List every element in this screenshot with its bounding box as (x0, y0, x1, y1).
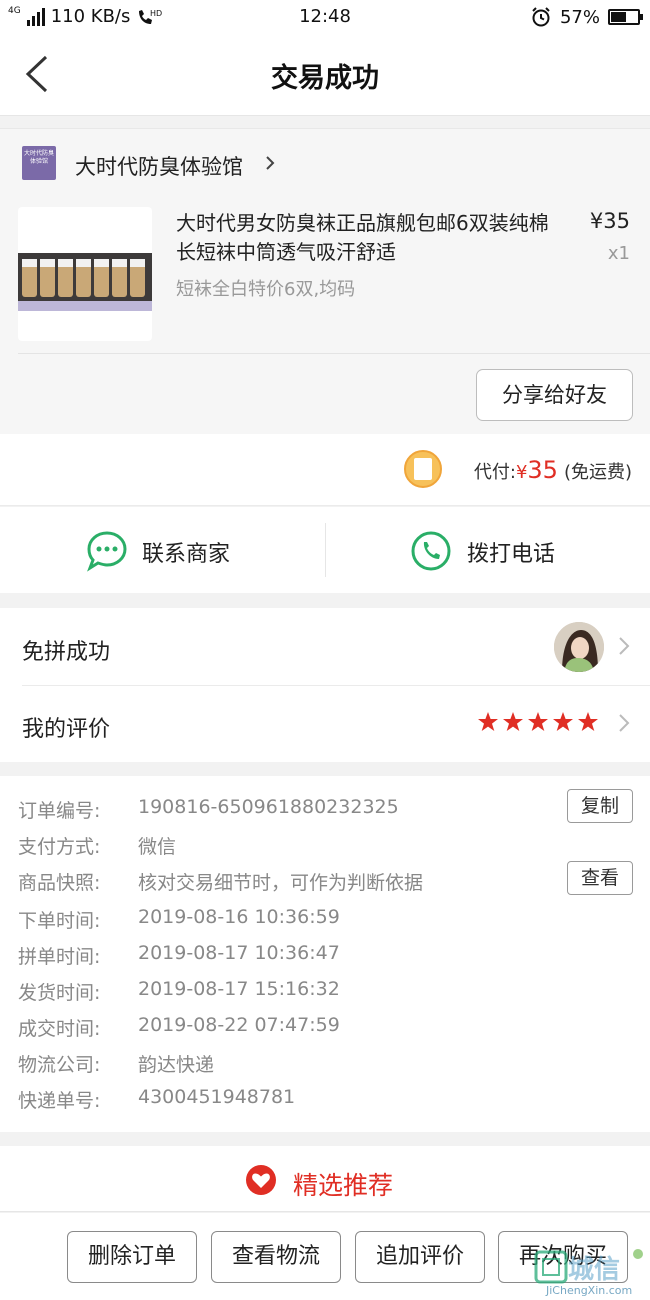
ship-time-key: 发货时间: (18, 982, 101, 1004)
status-right: 57% (530, 6, 643, 28)
recommend-label: 精选推荐 (293, 1171, 394, 1200)
copy-button[interactable]: 复制 (567, 789, 633, 823)
deal-time-key: 成交时间: (18, 1018, 101, 1040)
payment-amount: 35 (527, 456, 558, 484)
alarm-icon (532, 7, 550, 27)
payment-label: 代付: (473, 462, 516, 483)
tracking-number-key: 快递单号: (18, 1090, 101, 1112)
payment-method-value: 微信 (138, 836, 177, 858)
recommend-section[interactable]: 精选推荐 (0, 1146, 650, 1212)
add-review-button[interactable]: 追加评价 (355, 1231, 485, 1283)
chevron-right-icon (619, 637, 630, 655)
receipt-icon (404, 450, 442, 488)
my-review-label: 我的评价 (22, 717, 111, 742)
shipping-note: (免运费) (563, 462, 632, 483)
page-header: 交易成功 (0, 34, 650, 116)
socks-box-image (18, 253, 152, 311)
product-spec: 短袜全白特价6双,均码 (176, 279, 356, 300)
battery-fill (611, 12, 626, 22)
product-title: 大时代男女防臭袜正品旗舰包邮6双装纯棉长短袜中筒透气吸汗舒适 (176, 211, 549, 264)
delete-order-button[interactable]: 删除订单 (67, 1231, 197, 1283)
contact-merchant-button[interactable]: 联系商家 (0, 507, 325, 593)
shop-row[interactable]: 大时代防臭体验馆 大时代防臭体验馆 (0, 129, 650, 197)
call-phone-label: 拨打电话 (467, 542, 556, 567)
watermark-text: 城信 (568, 1255, 621, 1285)
group-time-value: 2019-08-17 10:36:47 (138, 942, 340, 964)
rating-stars (477, 711, 599, 733)
ship-time-value: 2019-08-17 15:16:32 (138, 978, 340, 1000)
chevron-right-icon (619, 714, 630, 732)
courier-key: 物流公司: (18, 1054, 101, 1076)
battery-percent: 57% (559, 6, 600, 28)
star-icon (578, 712, 598, 731)
snapshot-value: 核对交易细节时，可作为判断依据 (138, 872, 424, 894)
star-icon (478, 712, 498, 731)
call-phone-button[interactable]: 拨打电话 (326, 507, 650, 593)
product-quantity: x1 (607, 243, 630, 264)
product-price: ¥35 (589, 209, 630, 233)
order-info-section: 订单编号: 190816-650961880232325 复制 支付方式: 微信… (0, 776, 650, 1132)
product-item[interactable]: 大时代男女防臭袜正品旗舰包邮6双装纯棉长短袜中筒透气吸汗舒适 短袜全白特价6双,… (0, 197, 650, 353)
snapshot-key: 商品快照: (18, 872, 101, 894)
deal-time-value: 2019-08-22 07:47:59 (138, 1014, 340, 1036)
status-bar: 4G 110 KB/s HD 12:48 57% (0, 0, 650, 34)
order-product-card: 大时代防臭体验馆 大时代防臭体验馆 大时代男女防臭袜正品旗舰包邮6双装纯棉长短袜… (0, 128, 650, 434)
avatar (554, 622, 604, 672)
order-time-value: 2019-08-16 10:36:59 (138, 906, 340, 928)
payment-currency: ¥ (515, 462, 528, 483)
payment-method-key: 支付方式: (18, 836, 101, 858)
shop-name[interactable]: 大时代防臭体验馆 (75, 151, 243, 181)
courier-value: 韵达快递 (138, 1054, 215, 1076)
contact-row: 联系商家 拨打电话 (0, 507, 650, 593)
contact-merchant-label: 联系商家 (142, 542, 231, 567)
group-time-key: 拼单时间: (18, 946, 101, 968)
battery-icon (608, 9, 643, 25)
view-snapshot-button[interactable]: 查看 (567, 861, 633, 895)
group-success-row[interactable]: 免拼成功 (0, 608, 650, 685)
shop-logo: 大时代防臭体验馆 (22, 146, 56, 180)
page-title: 交易成功 (271, 63, 379, 94)
phone-icon (411, 531, 451, 571)
view-logistics-button[interactable]: 查看物流 (211, 1231, 341, 1283)
chat-bubble-icon (87, 531, 127, 572)
order-number-value: 190816-650961880232325 (138, 796, 399, 818)
star-icon (553, 712, 573, 731)
star-icon (503, 712, 523, 731)
order-time-key: 下单时间: (18, 910, 101, 932)
star-icon (528, 712, 548, 731)
product-thumbnail[interactable] (18, 207, 152, 341)
my-review-row[interactable]: 我的评价 (0, 685, 650, 762)
chevron-right-icon (266, 156, 275, 170)
payment-summary: 代付: ¥ 35 (免运费) (474, 456, 632, 484)
tracking-number-value: 4300451948781 (138, 1086, 296, 1108)
share-to-friend-button[interactable]: 分享给好友 (476, 369, 633, 421)
group-success-label: 免拼成功 (22, 640, 111, 665)
order-status-rows: 免拼成功 我的评价 (0, 608, 650, 762)
order-number-key: 订单编号: (18, 800, 101, 822)
watermark-subtext: JiChengXin.com (546, 1284, 633, 1297)
heart-badge-icon (246, 1165, 276, 1195)
divider (18, 353, 650, 354)
payment-row: 代付: ¥ 35 (免运费) (0, 434, 650, 506)
